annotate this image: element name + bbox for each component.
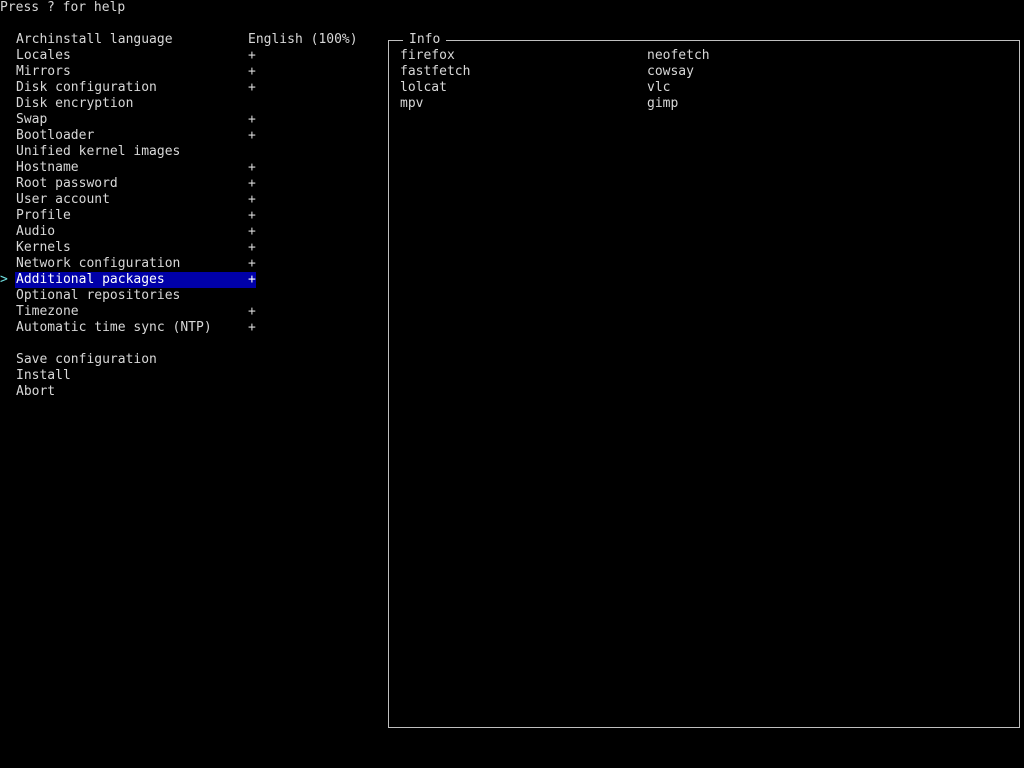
- action-label: Install: [16, 368, 71, 383]
- menu-item-profile[interactable]: Profile +: [0, 208, 258, 224]
- cursor-arrow-icon: >: [0, 272, 8, 287]
- menu-item-hostname[interactable]: Hostname +: [0, 160, 258, 176]
- menu-item-disk-configuration[interactable]: Disk configuration +: [0, 80, 258, 96]
- menu-item-additional-packages[interactable]: > Additional packages +: [0, 272, 258, 288]
- menu-separator: [0, 336, 258, 352]
- package-item: fastfetch: [400, 64, 471, 79]
- menu-item-label: Optional repositories: [16, 288, 181, 303]
- abort-button[interactable]: Abort: [0, 384, 258, 400]
- package-item: neofetch: [647, 48, 710, 63]
- configured-marker: +: [248, 224, 256, 239]
- main-menu: Archinstall language English (100%) Loca…: [0, 32, 358, 400]
- help-hint: Press ? for help: [0, 0, 126, 15]
- configured-marker: +: [248, 128, 256, 143]
- menu-item-label: Automatic time sync (NTP): [16, 320, 212, 335]
- package-list: firefox neofetch fastfetch cowsay lolcat…: [400, 48, 1009, 112]
- configured-marker: +: [248, 240, 256, 255]
- configured-marker: +: [248, 208, 256, 223]
- menu-item-value: English (100%): [248, 32, 358, 47]
- configured-marker: +: [248, 192, 256, 207]
- info-panel-title: Info: [403, 32, 447, 48]
- action-label: Save configuration: [16, 352, 157, 367]
- menu-item-unified-kernel-images[interactable]: Unified kernel images: [0, 144, 258, 160]
- menu-item-label: Bootloader: [16, 128, 95, 143]
- menu-item-kernels[interactable]: Kernels +: [0, 240, 258, 256]
- menu-item-label: Disk encryption: [16, 96, 134, 111]
- menu-item-network-configuration[interactable]: Network configuration +: [0, 256, 258, 272]
- package-item: firefox: [400, 48, 455, 63]
- menu-item-label: Archinstall language: [16, 32, 173, 47]
- configured-marker: +: [248, 160, 256, 175]
- menu-item-archinstall-language[interactable]: Archinstall language English (100%): [0, 32, 358, 48]
- menu-item-locales[interactable]: Locales +: [0, 48, 258, 64]
- menu-item-label: Disk configuration: [16, 80, 157, 95]
- menu-item-label: User account: [16, 192, 110, 207]
- menu-item-label: Timezone: [16, 304, 79, 319]
- menu-item-optional-repositories[interactable]: Optional repositories: [0, 288, 258, 304]
- menu-item-automatic-time-sync[interactable]: Automatic time sync (NTP) +: [0, 320, 258, 336]
- menu-item-label: Profile: [16, 208, 71, 223]
- configured-marker: +: [248, 48, 256, 63]
- configured-marker: +: [248, 272, 256, 287]
- menu-item-user-account[interactable]: User account +: [0, 192, 258, 208]
- menu-item-label: Hostname: [16, 160, 79, 175]
- menu-item-label: Additional packages: [16, 272, 165, 287]
- configured-marker: +: [248, 304, 256, 319]
- configured-marker: +: [248, 80, 256, 95]
- info-panel: Info firefox neofetch fastfetch cowsay l…: [388, 32, 1020, 728]
- install-button[interactable]: Install: [0, 368, 258, 384]
- configured-marker: +: [248, 176, 256, 191]
- menu-item-timezone[interactable]: Timezone +: [0, 304, 258, 320]
- package-item: vlc: [647, 80, 671, 95]
- menu-item-label: Unified kernel images: [16, 144, 181, 159]
- configured-marker: +: [248, 320, 256, 335]
- menu-item-label: Network configuration: [16, 256, 181, 271]
- configured-marker: +: [248, 256, 256, 271]
- package-item: gimp: [647, 96, 679, 111]
- menu-item-label: Root password: [16, 176, 118, 191]
- menu-item-label: Kernels: [16, 240, 71, 255]
- menu-item-label: Swap: [16, 112, 48, 127]
- save-configuration-button[interactable]: Save configuration: [0, 352, 258, 368]
- package-item: mpv: [400, 96, 424, 111]
- menu-item-root-password[interactable]: Root password +: [0, 176, 258, 192]
- configured-marker: +: [248, 64, 256, 79]
- menu-item-label: Locales: [16, 48, 71, 63]
- menu-item-swap[interactable]: Swap +: [0, 112, 258, 128]
- action-label: Abort: [16, 384, 56, 399]
- configured-marker: +: [248, 112, 256, 127]
- menu-item-audio[interactable]: Audio +: [0, 224, 258, 240]
- menu-item-label: Mirrors: [16, 64, 71, 79]
- menu-item-label: Audio: [16, 224, 56, 239]
- menu-item-mirrors[interactable]: Mirrors +: [0, 64, 258, 80]
- package-item: cowsay: [647, 64, 694, 79]
- package-item: lolcat: [400, 80, 447, 95]
- menu-item-bootloader[interactable]: Bootloader +: [0, 128, 258, 144]
- menu-item-disk-encryption[interactable]: Disk encryption: [0, 96, 258, 112]
